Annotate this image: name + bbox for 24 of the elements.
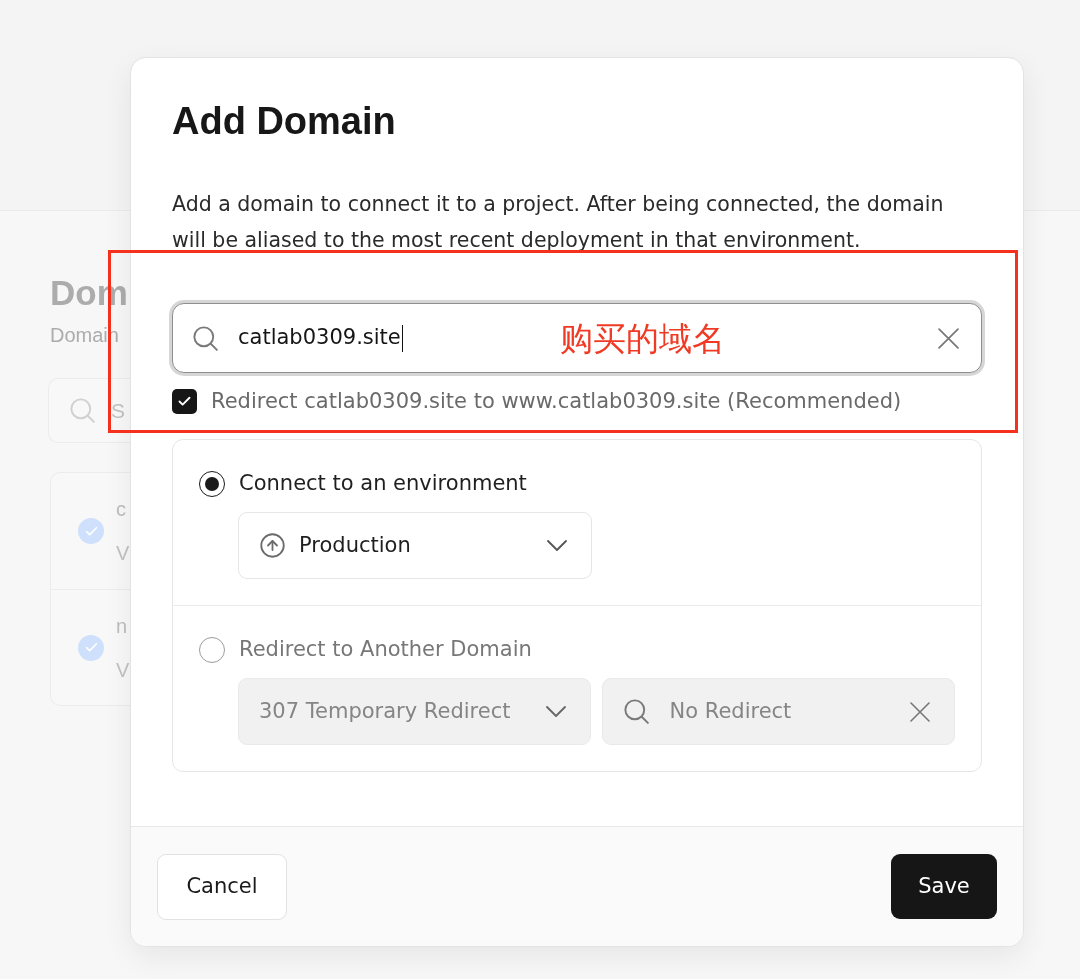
domain-name: c	[116, 497, 126, 521]
save-button[interactable]: Save	[891, 854, 997, 919]
environment-select[interactable]: Production	[238, 512, 592, 579]
radio-button[interactable]	[199, 471, 225, 497]
domain-name: n	[116, 613, 128, 638]
checkbox[interactable]	[172, 389, 197, 414]
arrow-up-circle-icon	[259, 532, 286, 559]
radio-button[interactable]	[199, 637, 225, 663]
chevron-down-icon	[545, 706, 566, 717]
dialog-title: Add Domain	[172, 99, 396, 144]
dialog-description: Add a domain to connect it to a project. After being connected, the domain will be aliased to the most recent deployment in that environment.	[172, 191, 945, 254]
checkmark-icon	[177, 394, 192, 409]
text-cursor-icon	[401, 324, 404, 352]
radio-label: Connect to an environment	[239, 470, 527, 498]
checkbox-label: Redirect catlab0309.site to www.catlab0309.site (Recommended)	[211, 387, 902, 415]
annotation-label: 购买的域名	[560, 319, 725, 359]
search-icon	[193, 325, 218, 351]
clear-icon[interactable]	[910, 701, 930, 722]
search-icon	[623, 699, 649, 724]
search-icon	[70, 398, 95, 423]
chevron-down-icon	[547, 540, 567, 551]
cancel-button[interactable]: Cancel	[157, 853, 287, 920]
clear-icon[interactable]	[938, 327, 959, 349]
radio-label: Redirect to Another Domain	[239, 636, 532, 664]
